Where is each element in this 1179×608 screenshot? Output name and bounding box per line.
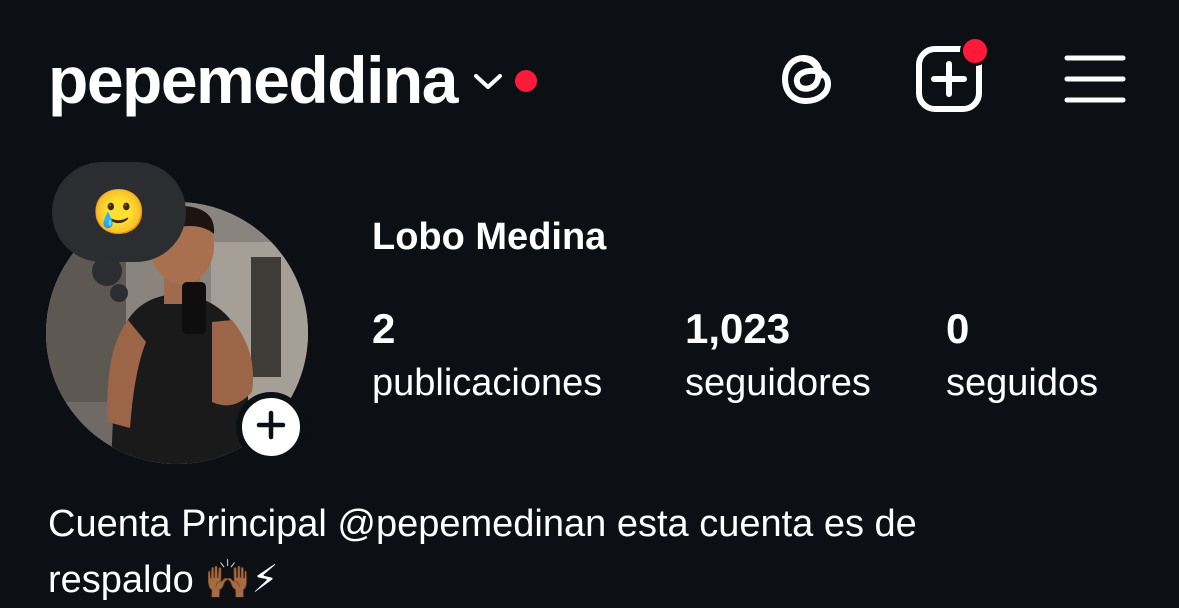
following-count: 0 — [946, 305, 970, 352]
bio-line-1: Cuenta Principal @pepemedinan esta cuent… — [48, 503, 917, 545]
profile-note-bubble[interactable]: 🥲 — [52, 162, 186, 262]
following-label: seguidos — [946, 362, 1099, 404]
note-bubble-tail — [92, 256, 122, 286]
stat-posts[interactable]: 2 publicaciones — [372, 306, 602, 408]
add-story-button[interactable] — [236, 392, 306, 462]
plus-icon — [256, 410, 286, 445]
stat-following[interactable]: 0 seguidos — [946, 306, 1098, 408]
username-switcher[interactable]: pepemeddina — [48, 40, 537, 120]
profile-full-name: Lobo Medina — [372, 216, 607, 258]
chevron-down-icon — [473, 72, 503, 97]
posts-label: publicaciones — [372, 362, 603, 404]
username: pepemeddina — [48, 43, 458, 117]
followers-label: seguidores — [685, 362, 871, 404]
note-bubble-tail-small — [110, 284, 128, 302]
note-emoji: 🥲 — [91, 188, 147, 237]
threads-button[interactable] — [772, 46, 842, 116]
posts-count: 2 — [372, 305, 396, 352]
followers-count: 1,023 — [685, 305, 791, 352]
stat-followers[interactable]: 1,023 seguidores — [685, 306, 871, 408]
menu-button[interactable] — [1060, 46, 1130, 116]
threads-icon — [776, 46, 838, 117]
hamburger-menu-icon — [1064, 54, 1126, 109]
profile-bio: Cuenta Principal @pepemedinan esta cuent… — [48, 496, 1148, 608]
notification-dot — [514, 70, 537, 92]
create-notification-dot — [960, 36, 990, 66]
